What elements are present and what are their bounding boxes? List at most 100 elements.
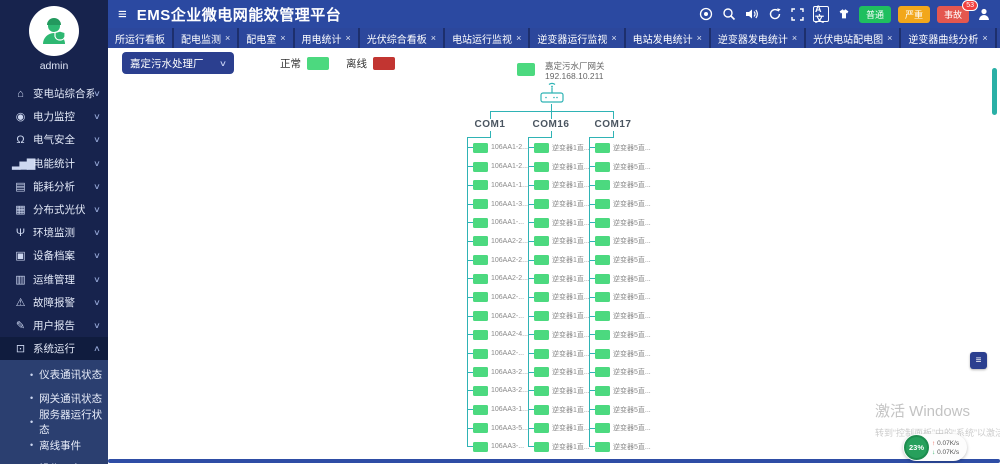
vertical-scrollbar-thumb[interactable] xyxy=(992,68,997,115)
device-node[interactable]: 逆变器1直... xyxy=(528,195,590,214)
tab-close-icon[interactable]: × xyxy=(792,33,797,43)
device-node[interactable]: 106AA3-1... xyxy=(467,400,528,419)
page-tab[interactable]: ● 配电室 × xyxy=(239,28,293,48)
device-node[interactable]: 逆变器1直... xyxy=(528,382,590,401)
sidebar-menu-item[interactable]: ▦ 分布式光伏 ∨ xyxy=(0,198,108,221)
page-tab[interactable]: ● 用电统计 × xyxy=(294,28,358,48)
device-node[interactable]: 106AA1-2... xyxy=(467,139,528,158)
device-node[interactable]: 逆变器5直... xyxy=(589,157,651,176)
page-tab[interactable]: ● 能耗综合看板 × xyxy=(996,28,1000,48)
sidebar-submenu-item[interactable]: • 仪表通讯状态 xyxy=(0,363,108,386)
device-node[interactable]: 106AA1-3... xyxy=(467,195,528,214)
device-node[interactable]: 106AA2-2... xyxy=(467,251,528,270)
search-icon[interactable] xyxy=(721,6,737,22)
device-node[interactable]: 逆变器5直... xyxy=(589,382,651,401)
translate-icon[interactable]: A文 xyxy=(812,4,829,24)
device-node[interactable]: 逆变器5直... xyxy=(589,251,651,270)
device-node[interactable]: 逆变器1直... xyxy=(528,325,590,344)
alarm-badge-serious[interactable]: 严重 xyxy=(897,5,930,23)
page-tab[interactable]: ● 配电监测 × xyxy=(174,28,238,48)
device-node[interactable]: 106AA1-2... xyxy=(467,157,528,176)
device-node[interactable]: 逆变器5直... xyxy=(589,307,651,326)
device-node[interactable]: 逆变器1直... xyxy=(528,363,590,382)
refresh-icon[interactable] xyxy=(767,6,783,22)
device-node[interactable]: 逆变器1直... xyxy=(528,288,590,307)
tab-close-icon[interactable]: × xyxy=(611,33,616,43)
sidebar-menu-item[interactable]: ▂▅▇ 电能统计 ∨ xyxy=(0,152,108,175)
device-node[interactable]: 106AA3-... xyxy=(467,438,528,457)
horizontal-scrollbar[interactable] xyxy=(108,459,1000,463)
page-tab[interactable]: ● 电站运行监视 × xyxy=(445,28,529,48)
tab-close-icon[interactable]: × xyxy=(431,33,436,43)
device-node[interactable]: 逆变器5直... xyxy=(589,232,651,251)
sidebar-menu-item[interactable]: ⊡ 系统运行 ∧ xyxy=(0,337,108,361)
floating-widget-button[interactable]: ≡ xyxy=(970,352,987,369)
avatar[interactable] xyxy=(29,6,79,56)
device-node[interactable]: 106AA2-4... xyxy=(467,325,528,344)
page-tab[interactable]: ● 所运行看板 × xyxy=(108,28,172,48)
alarm-badge-normal[interactable]: 普通 xyxy=(858,5,891,23)
device-node[interactable]: 逆变器1直... xyxy=(528,176,590,195)
sidebar-menu-item[interactable]: ▥ 运维管理 ∨ xyxy=(0,268,108,291)
page-tab[interactable]: ● 光伏综合看板 × xyxy=(359,28,444,48)
device-node[interactable]: 逆变器5直... xyxy=(589,344,651,363)
page-tab[interactable]: ● 逆变器发电统计 × xyxy=(710,28,805,48)
device-node[interactable]: 106AA2-... xyxy=(467,307,528,326)
sidebar-submenu-item[interactable]: • 服务器运行状态 xyxy=(0,409,108,436)
alarm-badge-accident[interactable]: 事故 53 xyxy=(936,0,978,23)
device-node[interactable]: 106AA3-2... xyxy=(467,363,528,382)
device-node[interactable]: 逆变器1直... xyxy=(528,232,590,251)
sidebar-menu-item[interactable]: Ψ 环境监测 ∨ xyxy=(0,221,108,244)
sidebar-menu-item[interactable]: ◉ 电力监控 ∨ xyxy=(0,105,108,128)
device-node[interactable]: 106AA2-... xyxy=(467,288,528,307)
record-target-icon[interactable] xyxy=(698,6,714,22)
page-tab[interactable]: ● 逆变器运行监视 × xyxy=(530,28,624,48)
device-node[interactable]: 逆变器1直... xyxy=(528,213,590,232)
device-node[interactable]: 106AA2-... xyxy=(467,344,528,363)
page-tab[interactable]: ● 电站发电统计 × xyxy=(625,28,709,48)
tab-close-icon[interactable]: × xyxy=(887,33,892,43)
device-node[interactable]: 逆变器5直... xyxy=(589,195,651,214)
device-node[interactable]: 逆变器5直... xyxy=(589,288,651,307)
device-node[interactable]: 逆变器5直... xyxy=(589,419,651,438)
device-node[interactable]: 逆变器5直... xyxy=(589,438,651,457)
device-node[interactable]: 逆变器1直... xyxy=(528,419,590,438)
device-node[interactable]: 106AA1-1... xyxy=(467,176,528,195)
device-node[interactable]: 逆变器5直... xyxy=(589,176,651,195)
page-tab[interactable]: ● 光伏电站配电图 × xyxy=(806,28,900,48)
device-node[interactable]: 逆变器1直... xyxy=(528,438,590,457)
hamburger-menu-icon[interactable]: ≡ xyxy=(118,6,127,23)
device-node[interactable]: 逆变器1直... xyxy=(528,251,590,270)
tab-close-icon[interactable]: × xyxy=(516,33,521,43)
sidebar-menu-item[interactable]: ▣ 设备档案 ∨ xyxy=(0,244,108,267)
sidebar-menu-item[interactable]: ▤ 能耗分析 ∨ xyxy=(0,175,108,198)
sidebar-submenu-item[interactable]: • 离线事件 xyxy=(0,433,108,456)
sidebar-menu-item[interactable]: ⌂ 变电站综合系统 ∨ xyxy=(0,82,108,105)
fullscreen-icon[interactable] xyxy=(790,6,806,22)
device-node[interactable]: 逆变器1直... xyxy=(528,400,590,419)
sidebar-menu-item[interactable]: ⚠ 故障报警 ∨ xyxy=(0,291,108,314)
sidebar-submenu-item[interactable]: • 操作日志 xyxy=(0,457,108,464)
device-node[interactable]: 106AA3-2... xyxy=(467,382,528,401)
device-node[interactable]: 逆变器5直... xyxy=(589,269,651,288)
device-node[interactable]: 逆变器5直... xyxy=(589,139,651,158)
device-node[interactable]: 逆变器5直... xyxy=(589,400,651,419)
device-node[interactable]: 逆变器1直... xyxy=(528,344,590,363)
tab-close-icon[interactable]: × xyxy=(346,33,351,43)
device-node[interactable]: 逆变器5直... xyxy=(589,213,651,232)
tab-close-icon[interactable]: × xyxy=(982,33,987,43)
volume-icon[interactable] xyxy=(744,6,760,22)
device-node[interactable]: 106AA2-2... xyxy=(467,232,528,251)
device-node[interactable]: 逆变器1直... xyxy=(528,139,590,158)
tab-close-icon[interactable]: × xyxy=(280,33,285,43)
device-node[interactable]: 逆变器1直... xyxy=(528,307,590,326)
tab-close-icon[interactable]: × xyxy=(697,33,702,43)
device-node[interactable]: 106AA1-... xyxy=(467,213,528,232)
device-node[interactable]: 106AA2-2... xyxy=(467,269,528,288)
page-tab[interactable]: ● 逆变器曲线分析 × xyxy=(901,28,995,48)
device-node[interactable]: 逆变器5直... xyxy=(589,325,651,344)
user-profile-icon[interactable] xyxy=(976,6,992,22)
device-node[interactable]: 106AA3-5... xyxy=(467,419,528,438)
theme-shirt-icon[interactable] xyxy=(836,6,852,22)
sidebar-menu-item[interactable]: Ω 电气安全 ∨ xyxy=(0,128,108,151)
